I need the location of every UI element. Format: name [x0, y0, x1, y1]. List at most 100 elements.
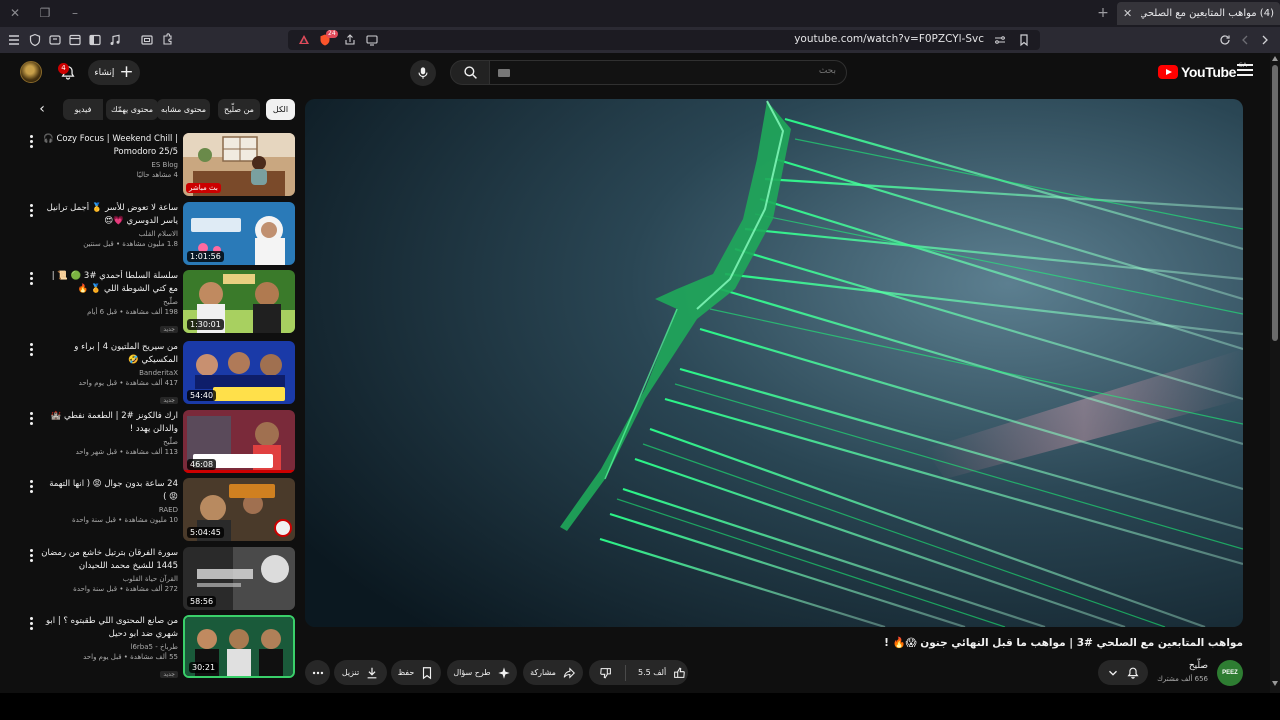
window-minimize-icon[interactable]: – — [66, 5, 84, 21]
related-video-title[interactable]: سلسلة السلطا أحمدي #3 🟢 📜 | مع كتي الشوط… — [40, 270, 178, 296]
search-button[interactable] — [450, 60, 490, 85]
youtube-logo[interactable]: YouTube SA — [1158, 62, 1247, 80]
download-button[interactable]: تنزيل — [334, 660, 387, 685]
related-video-channel[interactable]: الاسلام القلب — [40, 230, 178, 238]
divider — [625, 664, 626, 681]
related-video-item[interactable]: سورة الفرقان بترتيل خاشع من رمضان 1445 ل… — [24, 547, 296, 613]
shield-icon[interactable] — [27, 32, 43, 48]
window-maximize-icon[interactable]: ❐ — [36, 5, 54, 21]
scroll-up-icon[interactable] — [1272, 56, 1278, 61]
related-video-thumbnail[interactable]: 1:30:01 — [183, 270, 295, 333]
youtube-play-icon — [1158, 65, 1178, 79]
chip-from-channel[interactable]: من صلّيح — [218, 99, 260, 120]
browser-tab-active[interactable]: ✕ (4) مواهب المتابعين مع الصلحي # — [1117, 2, 1280, 25]
related-video-title[interactable]: من سيريح الملتيون 4 | براء و المكسيكي 🤣 — [40, 341, 178, 367]
reload-icon[interactable] — [1217, 32, 1233, 48]
address-bar[interactable]: 24 youtube.com/watch?v=F0PZCYl-Svc — [288, 30, 1040, 50]
more-options-icon[interactable] — [30, 343, 34, 358]
cast-icon[interactable] — [364, 32, 380, 48]
chip-similar[interactable]: محتوى مشابه — [157, 99, 210, 120]
related-video-thumbnail[interactable]: 30:21 — [183, 615, 295, 678]
related-video-title[interactable]: من صانع المحتوى اللي طقبتوه ؟ | ابو شهري… — [40, 615, 178, 641]
like-count[interactable]: 5.5 ألف — [638, 668, 666, 677]
chevron-left-icon[interactable]: ‹ — [34, 101, 50, 117]
related-video-item[interactable]: من سيريح الملتيون 4 | براء و المكسيكي 🤣 … — [24, 341, 296, 407]
share-button[interactable]: مشاركة — [523, 660, 583, 685]
thumbs-down-icon[interactable] — [599, 666, 613, 680]
more-actions-button[interactable] — [305, 660, 330, 685]
more-options-icon[interactable] — [30, 549, 34, 564]
related-video-channel[interactable]: BanderitaX — [40, 369, 178, 377]
more-options-icon[interactable] — [30, 480, 34, 495]
extensions-icon[interactable] — [159, 32, 175, 48]
related-video-item[interactable]: من صانع المحتوى اللي طقبتوه ؟ | ابو شهري… — [24, 615, 296, 681]
related-video-thumbnail[interactable]: 1:01:56 — [183, 202, 295, 265]
related-video-title[interactable]: 🎧 Cozy Focus | Weekend Chill | Pomodoro … — [40, 133, 178, 159]
related-video-item[interactable]: ارك فالكونز #2 | الطعمة نفطي 🏰 والدالن ي… — [24, 410, 296, 476]
related-video-thumbnail[interactable]: 54:40 — [183, 341, 295, 404]
sidebar-icon[interactable] — [87, 32, 103, 48]
scrollbar-thumb[interactable] — [1272, 65, 1278, 341]
create-button[interactable]: إنشاء + — [88, 60, 140, 85]
reader-icon[interactable] — [67, 32, 83, 48]
share-icon[interactable] — [342, 32, 358, 48]
related-video-channel[interactable]: صلّيح — [40, 298, 178, 306]
url-settings-icon[interactable] — [992, 32, 1008, 48]
plus-icon: + — [119, 62, 134, 82]
chip-all[interactable]: الكل — [266, 99, 295, 120]
tabs-icon[interactable] — [47, 32, 63, 48]
video-player[interactable] — [305, 99, 1243, 627]
related-video-item[interactable]: 24 ساعة بدون جوال 😡 ( انها التهمة 😡 ) RA… — [24, 478, 296, 544]
window-close-icon[interactable]: ✕ — [6, 5, 24, 21]
forward-icon[interactable] — [1257, 32, 1273, 48]
related-video-thumbnail[interactable]: بث مباشر — [183, 133, 295, 196]
related-video-channel[interactable]: صلّيح — [40, 438, 178, 446]
back-icon[interactable] — [1237, 32, 1253, 48]
music-icon[interactable] — [107, 32, 123, 48]
screenshot-icon[interactable] — [139, 32, 155, 48]
related-video-channel[interactable]: طرباخ - l6rba5 — [40, 643, 178, 651]
brave-rewards-icon[interactable] — [296, 32, 312, 48]
related-video-title[interactable]: ساعة لا تعوض للأسر 🥇 أجمل ترانيل ياسر ال… — [40, 202, 178, 228]
video-duration: 1:01:56 — [187, 251, 224, 262]
more-options-icon[interactable] — [30, 412, 34, 427]
related-video-title[interactable]: 24 ساعة بدون جوال 😡 ( انها التهمة 😡 ) — [40, 478, 178, 504]
voice-search-button[interactable] — [410, 60, 436, 86]
video-duration: 30:21 — [189, 662, 219, 673]
save-button[interactable]: حفظ — [391, 660, 441, 685]
chip-interesting[interactable]: محتوى يهمّك — [106, 99, 158, 120]
related-video-channel[interactable]: RAED — [40, 506, 178, 514]
related-video-channel[interactable]: القرآن حياة القلوب — [40, 575, 178, 583]
related-video-thumbnail[interactable]: 46:08 — [183, 410, 295, 473]
new-tab-button[interactable]: + — [1094, 4, 1112, 22]
menu-icon[interactable] — [6, 32, 22, 48]
related-video-item[interactable]: سلسلة السلطا أحمدي #3 🟢 📜 | مع كتي الشوط… — [24, 270, 296, 336]
chip-video[interactable]: فيديو — [63, 99, 103, 120]
related-video-info: سورة الفرقان بترتيل خاشع من رمضان 1445 ل… — [40, 547, 178, 593]
bottom-area — [0, 693, 1280, 720]
related-video-thumbnail[interactable]: 58:56 — [183, 547, 295, 610]
related-video-title[interactable]: ارك فالكونز #2 | الطعمة نفطي 🏰 والدالن ي… — [40, 410, 178, 436]
bookmark-icon[interactable] — [1016, 32, 1032, 48]
search-input[interactable]: بحث — [489, 60, 847, 85]
related-video-thumbnail[interactable]: 5:04:45 — [183, 478, 295, 541]
related-video-item[interactable]: ساعة لا تعوض للأسر 🥇 أجمل ترانيل ياسر ال… — [24, 202, 296, 268]
related-video-title[interactable]: سورة الفرقان بترتيل خاشع من رمضان 1445 ل… — [40, 547, 178, 573]
user-avatar[interactable] — [20, 61, 42, 83]
guide-menu-button[interactable] — [1237, 64, 1253, 78]
more-options-icon[interactable] — [30, 272, 34, 287]
more-options-icon[interactable] — [30, 617, 34, 632]
keyboard-icon[interactable] — [498, 69, 510, 77]
page-scrollbar[interactable] — [1270, 53, 1280, 693]
thumbs-up-icon[interactable] — [672, 666, 686, 680]
more-options-icon[interactable] — [30, 204, 34, 219]
related-video-channel[interactable]: ES Blog — [40, 161, 178, 169]
channel-name[interactable]: صلّيح — [1189, 661, 1208, 671]
channel-avatar[interactable]: PEEZ — [1217, 660, 1243, 686]
ask-button[interactable]: طرح سؤال — [447, 660, 517, 685]
subscription-button[interactable] — [1098, 660, 1148, 685]
scroll-down-icon[interactable] — [1272, 681, 1278, 686]
related-video-item[interactable]: 🎧 Cozy Focus | Weekend Chill | Pomodoro … — [24, 133, 296, 199]
more-options-icon[interactable] — [30, 135, 34, 150]
tab-close-icon[interactable]: ✕ — [1123, 7, 1135, 20]
